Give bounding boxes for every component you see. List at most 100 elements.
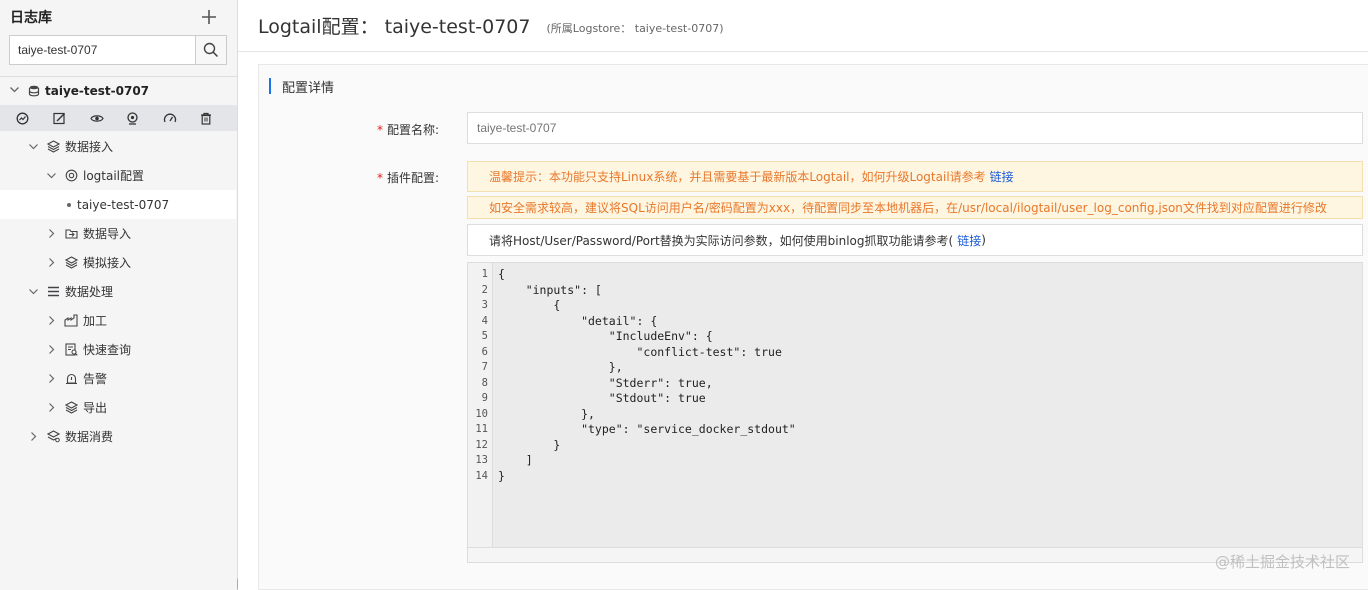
sidebar-search (9, 35, 227, 65)
tree-item-data-import[interactable]: 数据导入 (0, 219, 237, 248)
binlog-doc-link[interactable]: 链接 (957, 232, 981, 249)
chevron-right-icon[interactable] (45, 402, 57, 413)
required-mark: * (376, 171, 383, 185)
editor-code[interactable]: { "inputs": [ { "detail": { "IncludeEnv"… (493, 263, 1362, 547)
line-number: 3 (481, 299, 488, 311)
upgrade-logtail-link[interactable]: 链接 (990, 168, 1014, 185)
section-title: 配置详情 (269, 78, 334, 96)
monitor-icon[interactable] (126, 111, 163, 125)
tree-item-label: taiye-test-0707 (77, 197, 170, 212)
main-content: Logtail配置： taiye-test-0707 (所属Logstore： … (238, 0, 1368, 590)
plugin-config-label: * 插件配置: (259, 169, 439, 186)
tree-item-mock-ingest[interactable]: 模拟接入 (0, 248, 237, 277)
chevron-right-icon[interactable] (45, 344, 57, 355)
tip-binlog: 请将Host/User/Password/Port替换为实际访问参数，如何使用b… (467, 224, 1363, 256)
consume-icon (46, 430, 60, 444)
database-icon (28, 85, 40, 97)
tree-item-quick-query[interactable]: 快速查询 (0, 335, 237, 364)
line-number: 6 (481, 345, 488, 358)
eye-icon[interactable] (89, 112, 127, 125)
line-number: 1 (481, 268, 488, 280)
edit-icon[interactable] (53, 112, 90, 125)
page-subtitle: (所属Logstore： taiye-test-0707) (546, 21, 724, 35)
line-number: 11 (475, 423, 488, 435)
sidebar-title: 日志库 (10, 10, 52, 26)
page-header: Logtail配置： taiye-test-0707 (所属Logstore： … (238, 0, 1368, 52)
code-line: "Stderr": true, (498, 375, 713, 390)
alarm-icon (64, 372, 78, 386)
code-line: } (498, 468, 505, 483)
tree-item-label: 数据处理 (65, 285, 114, 299)
tree-root-logstore[interactable]: taiye-test-0707 (0, 77, 237, 105)
code-line: ] (498, 453, 533, 467)
tree-item-alert[interactable]: 告警 (0, 364, 237, 393)
line-number: 4 (481, 314, 488, 327)
list-icon (46, 285, 60, 299)
tip-binlog-end: ) (981, 233, 986, 247)
dashboard-icon[interactable] (163, 112, 200, 125)
code-line: }, (498, 360, 623, 374)
line-number: 5 (481, 330, 488, 342)
chevron-right-icon[interactable] (45, 315, 57, 326)
tree-root-label: taiye-test-0707 (45, 84, 150, 98)
code-line: "detail": { (498, 313, 658, 328)
sidebar: 日志库 taiye-test-0707 数据接入 (0, 0, 247, 590)
chevron-right-icon[interactable] (45, 257, 57, 268)
code-line: { (498, 267, 505, 281)
document-search-icon (64, 343, 78, 357)
config-name-input[interactable] (467, 112, 1363, 144)
tree-item-label: 快速查询 (83, 343, 132, 357)
logstore-search-input[interactable] (10, 36, 195, 64)
import-icon (64, 227, 78, 241)
search-button[interactable] (195, 36, 226, 64)
line-number: 2 (481, 283, 488, 296)
line-number: 13 (475, 454, 488, 466)
tree-item-data-processing[interactable]: 数据处理 (0, 277, 237, 306)
tree-item-export[interactable]: 导出 (0, 393, 237, 422)
chevron-down-icon[interactable] (27, 141, 39, 152)
layers-icon (64, 256, 78, 270)
tree-item-data-consume[interactable]: 数据消费 (0, 422, 237, 451)
tree-item-config-taiye[interactable]: taiye-test-0707 (0, 190, 236, 219)
query-chart-icon[interactable] (16, 112, 53, 125)
line-number: 10 (475, 407, 488, 420)
code-line: }, (498, 406, 595, 421)
tree-item-label: 加工 (83, 314, 108, 328)
chevron-down-icon[interactable] (9, 84, 21, 98)
tree-item-logtail-config[interactable]: logtail配置 (0, 161, 237, 190)
code-line: "type": "service_docker_stdout" (498, 422, 796, 436)
tree-item-label: 数据消费 (65, 430, 114, 444)
plus-icon (202, 10, 216, 24)
tip-binlog-text: 请将Host/User/Password/Port替换为实际访问参数，如何使用b… (489, 233, 954, 248)
tree-item-data-ingest[interactable]: 数据接入 (0, 132, 237, 161)
config-name-label-text: 配置名称: (386, 123, 439, 137)
line-number: 9 (481, 392, 488, 404)
chevron-down-icon[interactable] (27, 286, 39, 297)
plugin-config-editor[interactable]: 1 2 3 4 5 6 7 8 9 10 11 12 13 14 { "inputs": [ { "det… (467, 262, 1363, 548)
section-accent-bar (269, 78, 271, 94)
line-number: 7 (481, 361, 488, 373)
layers-icon (46, 140, 60, 154)
code-line: "conflict-test": true (498, 344, 782, 359)
page-title: Logtail配置： taiye-test-0707 (258, 16, 531, 38)
target-icon (64, 169, 78, 183)
chevron-right-icon[interactable] (45, 228, 57, 239)
line-number: 8 (481, 376, 488, 389)
tree-item-label: 模拟接入 (83, 256, 132, 270)
code-line: } (498, 437, 561, 452)
chevron-down-icon[interactable] (45, 170, 57, 181)
editor-gutter: 1 2 3 4 5 6 7 8 9 10 11 12 13 14 (468, 263, 493, 547)
chevron-right-icon[interactable] (27, 431, 39, 442)
sidebar-tree: 数据接入 logtail配置 taiye-test-0707 数据导入 模拟接入… (0, 131, 237, 451)
tree-item-label: 告警 (83, 372, 108, 386)
chevron-right-icon[interactable] (45, 373, 57, 384)
add-logstore-button[interactable] (201, 5, 217, 29)
line-number: 14 (475, 469, 488, 482)
tree-item-label: 导出 (83, 401, 108, 415)
tree-item-transform[interactable]: 加工 (0, 306, 237, 335)
bullet-icon (67, 202, 71, 207)
required-mark: * (376, 123, 383, 137)
search-icon (203, 42, 219, 58)
config-panel: 配置详情 *配置名称: *插件配置: 温馨提示：本功能只支持Linux系统，并且… (258, 64, 1368, 590)
trash-icon[interactable] (200, 112, 237, 125)
